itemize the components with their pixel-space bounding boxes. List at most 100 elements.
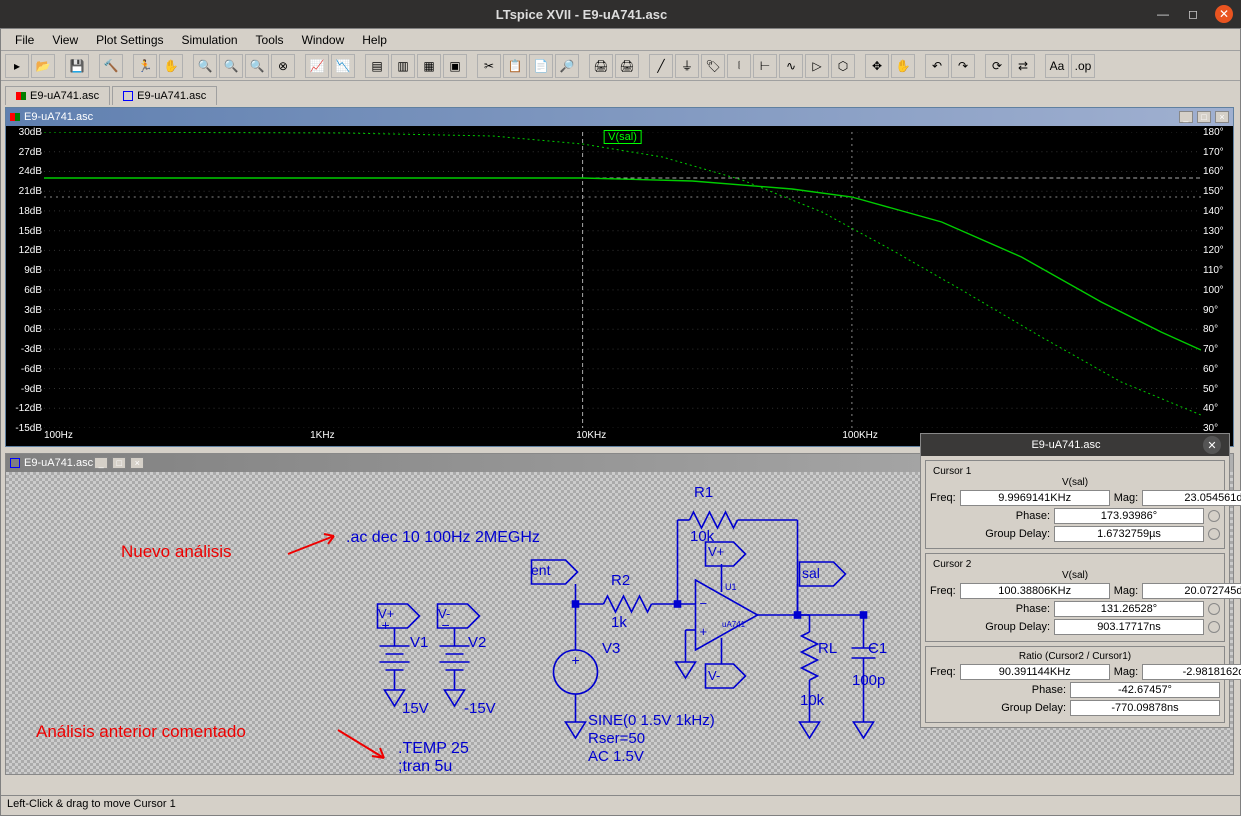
port-vplus[interactable]: V+ xyxy=(378,606,394,621)
new-icon[interactable]: ▸ xyxy=(5,54,29,78)
label-v2val[interactable]: -15V xyxy=(464,700,496,717)
redo-icon[interactable]: ↷ xyxy=(951,54,975,78)
plot-canvas[interactable]: 30dB27dB24dB21dB18dB15dB12dB9dB6dB3dB0dB… xyxy=(6,126,1233,446)
move-icon[interactable]: ✥ xyxy=(865,54,889,78)
pick-icon[interactable]: 📉 xyxy=(331,54,355,78)
c1-gd-input[interactable] xyxy=(1054,526,1204,542)
cut-icon[interactable]: ✂ xyxy=(477,54,501,78)
spice-ac-directive[interactable]: .ac dec 10 100Hz 2MEGHz xyxy=(346,529,540,547)
open-icon[interactable]: 📂 xyxy=(31,54,55,78)
undo-icon[interactable]: ↶ xyxy=(925,54,949,78)
spice-directive-icon[interactable]: .op xyxy=(1071,54,1095,78)
label-v1[interactable]: V1 xyxy=(410,634,428,651)
plot-min-icon[interactable]: _ xyxy=(1179,111,1193,123)
port-sal[interactable]: sal xyxy=(802,565,820,581)
c2-phase-radio[interactable] xyxy=(1208,603,1220,615)
menu-view[interactable]: View xyxy=(44,31,86,49)
ground-icon[interactable]: ⏚ xyxy=(675,54,699,78)
print-setup-icon[interactable]: 🖨 xyxy=(615,54,639,78)
label-acv[interactable]: AC 1.5V xyxy=(588,748,644,765)
zoom-out-icon[interactable]: 🔍 xyxy=(245,54,269,78)
cursor-close-icon[interactable]: ✕ xyxy=(1203,436,1221,454)
close-icon[interactable]: ✕ xyxy=(1215,5,1233,23)
rotate-icon[interactable]: ⟳ xyxy=(985,54,1009,78)
cascade-icon[interactable]: ▦ xyxy=(417,54,441,78)
menu-simulation[interactable]: Simulation xyxy=(174,31,246,49)
label-r1[interactable]: R1 xyxy=(694,484,713,501)
menu-plot-settings[interactable]: Plot Settings xyxy=(88,31,171,49)
save-icon[interactable]: 💾 xyxy=(65,54,89,78)
c2-phase-input[interactable] xyxy=(1054,601,1204,617)
netlabel-icon[interactable]: 🏷 xyxy=(701,54,725,78)
plot-window-titlebar[interactable]: E9-uA741.asc _ □ × xyxy=(6,108,1233,126)
label-v1val[interactable]: 15V xyxy=(402,700,429,717)
tile-v-icon[interactable]: ▥ xyxy=(391,54,415,78)
plot-max-icon[interactable]: □ xyxy=(1197,111,1211,123)
label-v3[interactable]: V3 xyxy=(602,640,620,657)
r-gd-input[interactable] xyxy=(1070,700,1220,716)
inductor-icon[interactable]: ∿ xyxy=(779,54,803,78)
label-r2val[interactable]: 1k xyxy=(611,614,627,631)
c1-freq-input[interactable] xyxy=(960,490,1110,506)
zoom-pan-icon[interactable]: 🔍 xyxy=(219,54,243,78)
hammer-icon[interactable]: 🔨 xyxy=(99,54,123,78)
menu-file[interactable]: File xyxy=(7,31,42,49)
c2-freq-input[interactable] xyxy=(960,583,1110,599)
sch-min-icon[interactable]: _ xyxy=(94,457,108,469)
component-icon[interactable]: ⬡ xyxy=(831,54,855,78)
text-icon[interactable]: Aa xyxy=(1045,54,1069,78)
find-icon[interactable]: 🔎 xyxy=(555,54,579,78)
cursor-panel-titlebar[interactable]: E9-uA741.asc ✕ xyxy=(921,434,1229,456)
label-rser[interactable]: Rser=50 xyxy=(588,730,645,747)
port-opamp-vp[interactable]: V+ xyxy=(708,544,724,559)
zoom-fit-icon[interactable]: ⊗ xyxy=(271,54,295,78)
label-ua741[interactable]: uA741 xyxy=(722,620,745,629)
menu-window[interactable]: Window xyxy=(294,31,353,49)
label-r1val[interactable]: 10k xyxy=(690,528,714,545)
c1-gd-radio[interactable] xyxy=(1208,528,1220,540)
y-axis-right[interactable]: 180°170°160°150°140°130°120°110°100°90°8… xyxy=(1201,132,1233,428)
resistor-icon[interactable]: ⧙ xyxy=(727,54,751,78)
minimize-icon[interactable]: — xyxy=(1155,6,1171,22)
r-freq-input[interactable] xyxy=(960,664,1110,680)
wire-icon[interactable]: ╱ xyxy=(649,54,673,78)
run-icon[interactable]: 🏃 xyxy=(133,54,157,78)
c2-mag-input[interactable] xyxy=(1142,583,1241,599)
label-u1[interactable]: U1 xyxy=(725,582,737,592)
menu-help[interactable]: Help xyxy=(354,31,395,49)
drag-icon[interactable]: ✋ xyxy=(891,54,915,78)
label-rl[interactable]: RL xyxy=(818,640,837,657)
close-all-icon[interactable]: ▣ xyxy=(443,54,467,78)
tile-h-icon[interactable]: ▤ xyxy=(365,54,389,78)
diode-icon[interactable]: ▷ xyxy=(805,54,829,78)
autorange-icon[interactable]: 📈 xyxy=(305,54,329,78)
tab-plot[interactable]: E9-uA741.asc xyxy=(5,86,110,105)
r-phase-input[interactable] xyxy=(1070,682,1220,698)
spice-temp-directive[interactable]: .TEMP 25 xyxy=(398,740,469,758)
label-rlval[interactable]: 10k xyxy=(800,692,824,709)
zoom-in-icon[interactable]: 🔍 xyxy=(193,54,217,78)
capacitor-icon[interactable]: ⊢ xyxy=(753,54,777,78)
plot-close-icon[interactable]: × xyxy=(1215,111,1229,123)
plot-grid[interactable]: V(sal) xyxy=(44,132,1201,428)
copy-icon[interactable]: 📋 xyxy=(503,54,527,78)
label-v2[interactable]: V2 xyxy=(468,634,486,651)
maximize-icon[interactable]: ◻ xyxy=(1185,6,1201,22)
c2-gd-radio[interactable] xyxy=(1208,621,1220,633)
c1-phase-radio[interactable] xyxy=(1208,510,1220,522)
label-c1[interactable]: C1 xyxy=(868,640,887,657)
port-vminus[interactable]: V- xyxy=(438,606,450,621)
y-axis-left[interactable]: 30dB27dB24dB21dB18dB15dB12dB9dB6dB3dB0dB… xyxy=(6,132,44,428)
tab-schematic[interactable]: E9-uA741.asc xyxy=(112,86,217,105)
sch-close-icon[interactable]: × xyxy=(130,457,144,469)
label-r2[interactable]: R2 xyxy=(611,572,630,589)
c1-phase-input[interactable] xyxy=(1054,508,1204,524)
port-ent[interactable]: ent xyxy=(531,562,550,578)
spice-tran-comment[interactable]: ;tran 5u xyxy=(398,758,452,776)
label-c1val[interactable]: 100p xyxy=(852,672,885,689)
c2-gd-input[interactable] xyxy=(1054,619,1204,635)
paste-icon[interactable]: 📄 xyxy=(529,54,553,78)
port-opamp-vm[interactable]: V- xyxy=(708,668,720,683)
menu-tools[interactable]: Tools xyxy=(248,31,292,49)
print-icon[interactable]: 🖨 xyxy=(589,54,613,78)
